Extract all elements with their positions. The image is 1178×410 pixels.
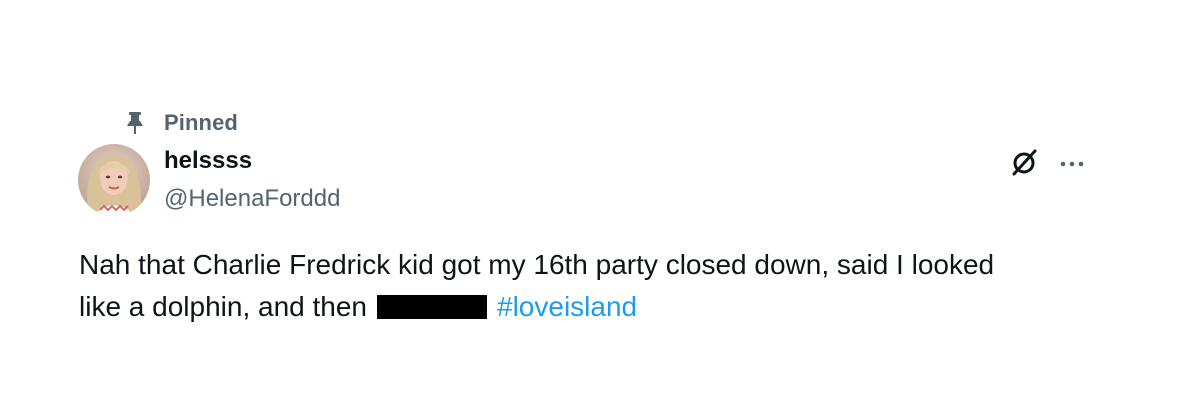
redaction-bar: [377, 295, 487, 319]
hashtag-link[interactable]: #loveisland: [497, 291, 637, 322]
more-icon[interactable]: [1056, 148, 1088, 180]
grok-icon[interactable]: [1008, 147, 1040, 179]
tweet[interactable]: Pinned helssss @HelenaForddd Nah that Ch…: [0, 0, 1178, 410]
display-name[interactable]: helssss: [164, 145, 252, 177]
handle[interactable]: @HelenaForddd: [164, 183, 340, 215]
pin-icon: [122, 110, 148, 136]
tweet-text: Nah that Charlie Fredrick kid got my 16t…: [79, 244, 1039, 328]
avatar[interactable]: [78, 144, 150, 216]
pinned-indicator: Pinned: [122, 108, 238, 138]
pinned-label: Pinned: [164, 110, 238, 135]
